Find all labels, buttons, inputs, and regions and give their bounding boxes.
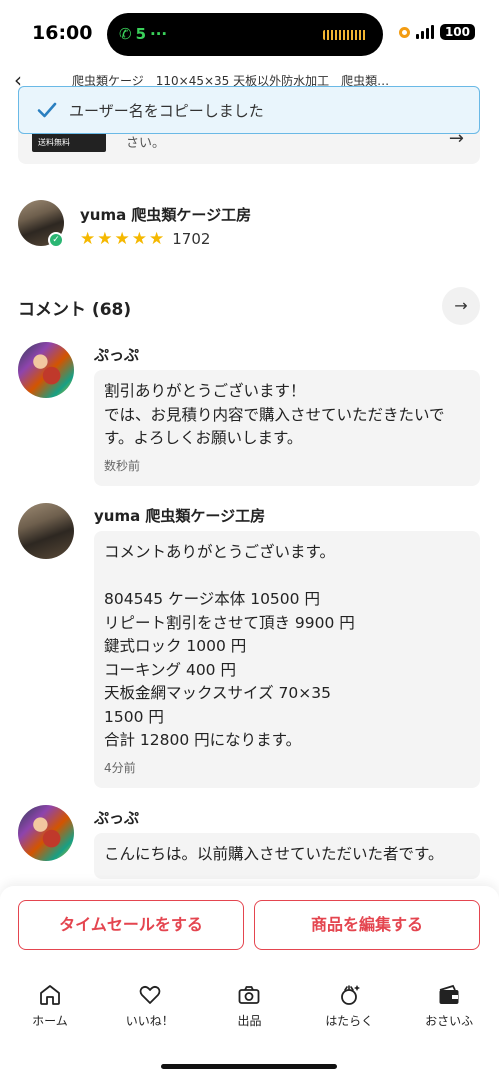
comment-text: 割引ありがとうございます！ では、お見積り内容で購入させていただきたいです。よろ… bbox=[104, 382, 445, 447]
camera-icon bbox=[239, 986, 260, 1004]
call-label: 5 bbox=[135, 25, 147, 43]
star-icon: ★ bbox=[131, 228, 147, 249]
signal-icon bbox=[415, 25, 434, 39]
wallet-icon bbox=[439, 984, 459, 1004]
comments-heading: コメント (68) bbox=[18, 300, 132, 320]
star-icon: ★ bbox=[97, 228, 113, 249]
sparkle-bag-icon bbox=[341, 985, 361, 1005]
tab-label: おさいふ bbox=[425, 1014, 474, 1028]
commenter-name[interactable]: ぷっぷ bbox=[94, 807, 139, 828]
call-indicator: ✆ 5 ··· bbox=[119, 23, 167, 45]
seller-name[interactable]: yuma 爬虫類ケージ工房 bbox=[80, 204, 251, 225]
check-icon bbox=[37, 102, 57, 118]
comment-text: コメントありがとうございます。 804545 ケージ本体 10500 円 リピー… bbox=[104, 543, 355, 749]
star-icon: ★ bbox=[80, 228, 96, 249]
timesale-button[interactable]: タイムセールをする bbox=[18, 900, 244, 950]
commenter-name[interactable]: yuma 爬虫類ケージ工房 bbox=[94, 505, 265, 526]
comment-text: こんにちは。以前購入させていただいた者です。 bbox=[104, 845, 444, 863]
heart-icon bbox=[139, 985, 161, 1004]
comment-bubble: 割引ありがとうございます！ では、お見積り内容で購入させていただきたいです。よろ… bbox=[94, 370, 480, 486]
tab-bar: ホーム いいね！ 出品 はたらく おさいふ bbox=[0, 982, 499, 1032]
dynamic-island[interactable]: ✆ 5 ··· bbox=[107, 13, 383, 56]
battery-icon: 100 bbox=[439, 24, 475, 40]
seller-rating: ★ ★ ★ ★ ★ 1702 bbox=[80, 230, 210, 248]
verified-check-icon: ✓ bbox=[48, 232, 64, 248]
star-icon: ★ bbox=[149, 228, 165, 249]
comments-arrow-icon[interactable]: → bbox=[442, 287, 480, 325]
star-icon: ★ bbox=[114, 228, 130, 249]
comment-bubble: こんにちは。以前購入させていただいた者です。 bbox=[94, 833, 480, 879]
commenter-avatar[interactable] bbox=[18, 503, 74, 559]
toast-message: ユーザー名をコピーしました bbox=[69, 101, 264, 120]
home-icon bbox=[39, 985, 60, 1005]
tab-label: 出品 bbox=[237, 1014, 262, 1028]
rating-count: 1702 bbox=[172, 230, 211, 248]
seller-profile[interactable]: ✓ yuma 爬虫類ケージ工房 ★ ★ ★ ★ ★ 1702 bbox=[18, 200, 480, 252]
phone-icon: ✆ bbox=[119, 25, 132, 43]
tab-likes[interactable]: いいね！ bbox=[100, 982, 200, 1032]
dots-icon: ··· bbox=[150, 25, 168, 43]
tab-sell[interactable]: 出品 bbox=[200, 982, 300, 1032]
comment-bubble: コメントありがとうございます。 804545 ケージ本体 10500 円 リピー… bbox=[94, 531, 480, 788]
mic-in-use-icon bbox=[398, 26, 410, 38]
tab-label: はたらく bbox=[325, 1014, 374, 1028]
edit-item-button[interactable]: 商品を編集する bbox=[254, 900, 480, 950]
status-icons: 100 bbox=[398, 24, 475, 40]
status-bar: 16:00 ✆ 5 ··· 100 bbox=[0, 0, 499, 64]
tab-work[interactable]: はたらく bbox=[299, 982, 399, 1032]
tab-home[interactable]: ホーム bbox=[0, 982, 100, 1032]
bottom-action-bar: タイムセールをする 商品を編集する ホーム いいね！ 出品 はたらく おさいふ bbox=[0, 886, 499, 1080]
status-time: 16:00 bbox=[32, 22, 93, 44]
home-indicator[interactable] bbox=[161, 1064, 337, 1069]
comment-time: 4分前 bbox=[104, 760, 136, 775]
commenter-name[interactable]: ぷっぷ bbox=[94, 344, 139, 365]
tab-label: いいね！ bbox=[125, 1014, 174, 1028]
shipping-thumb-label: 送料無料 bbox=[38, 138, 70, 147]
shipping-text: さい。 bbox=[126, 136, 166, 151]
audio-wave-icon bbox=[323, 30, 367, 40]
tab-wallet[interactable]: おさいふ bbox=[399, 982, 499, 1032]
commenter-avatar[interactable] bbox=[18, 342, 74, 398]
commenter-avatar[interactable] bbox=[18, 805, 74, 861]
tab-label: ホーム bbox=[32, 1014, 68, 1028]
comment-time: 数秒前 bbox=[104, 458, 141, 473]
copy-toast: ユーザー名をコピーしました bbox=[18, 86, 480, 134]
